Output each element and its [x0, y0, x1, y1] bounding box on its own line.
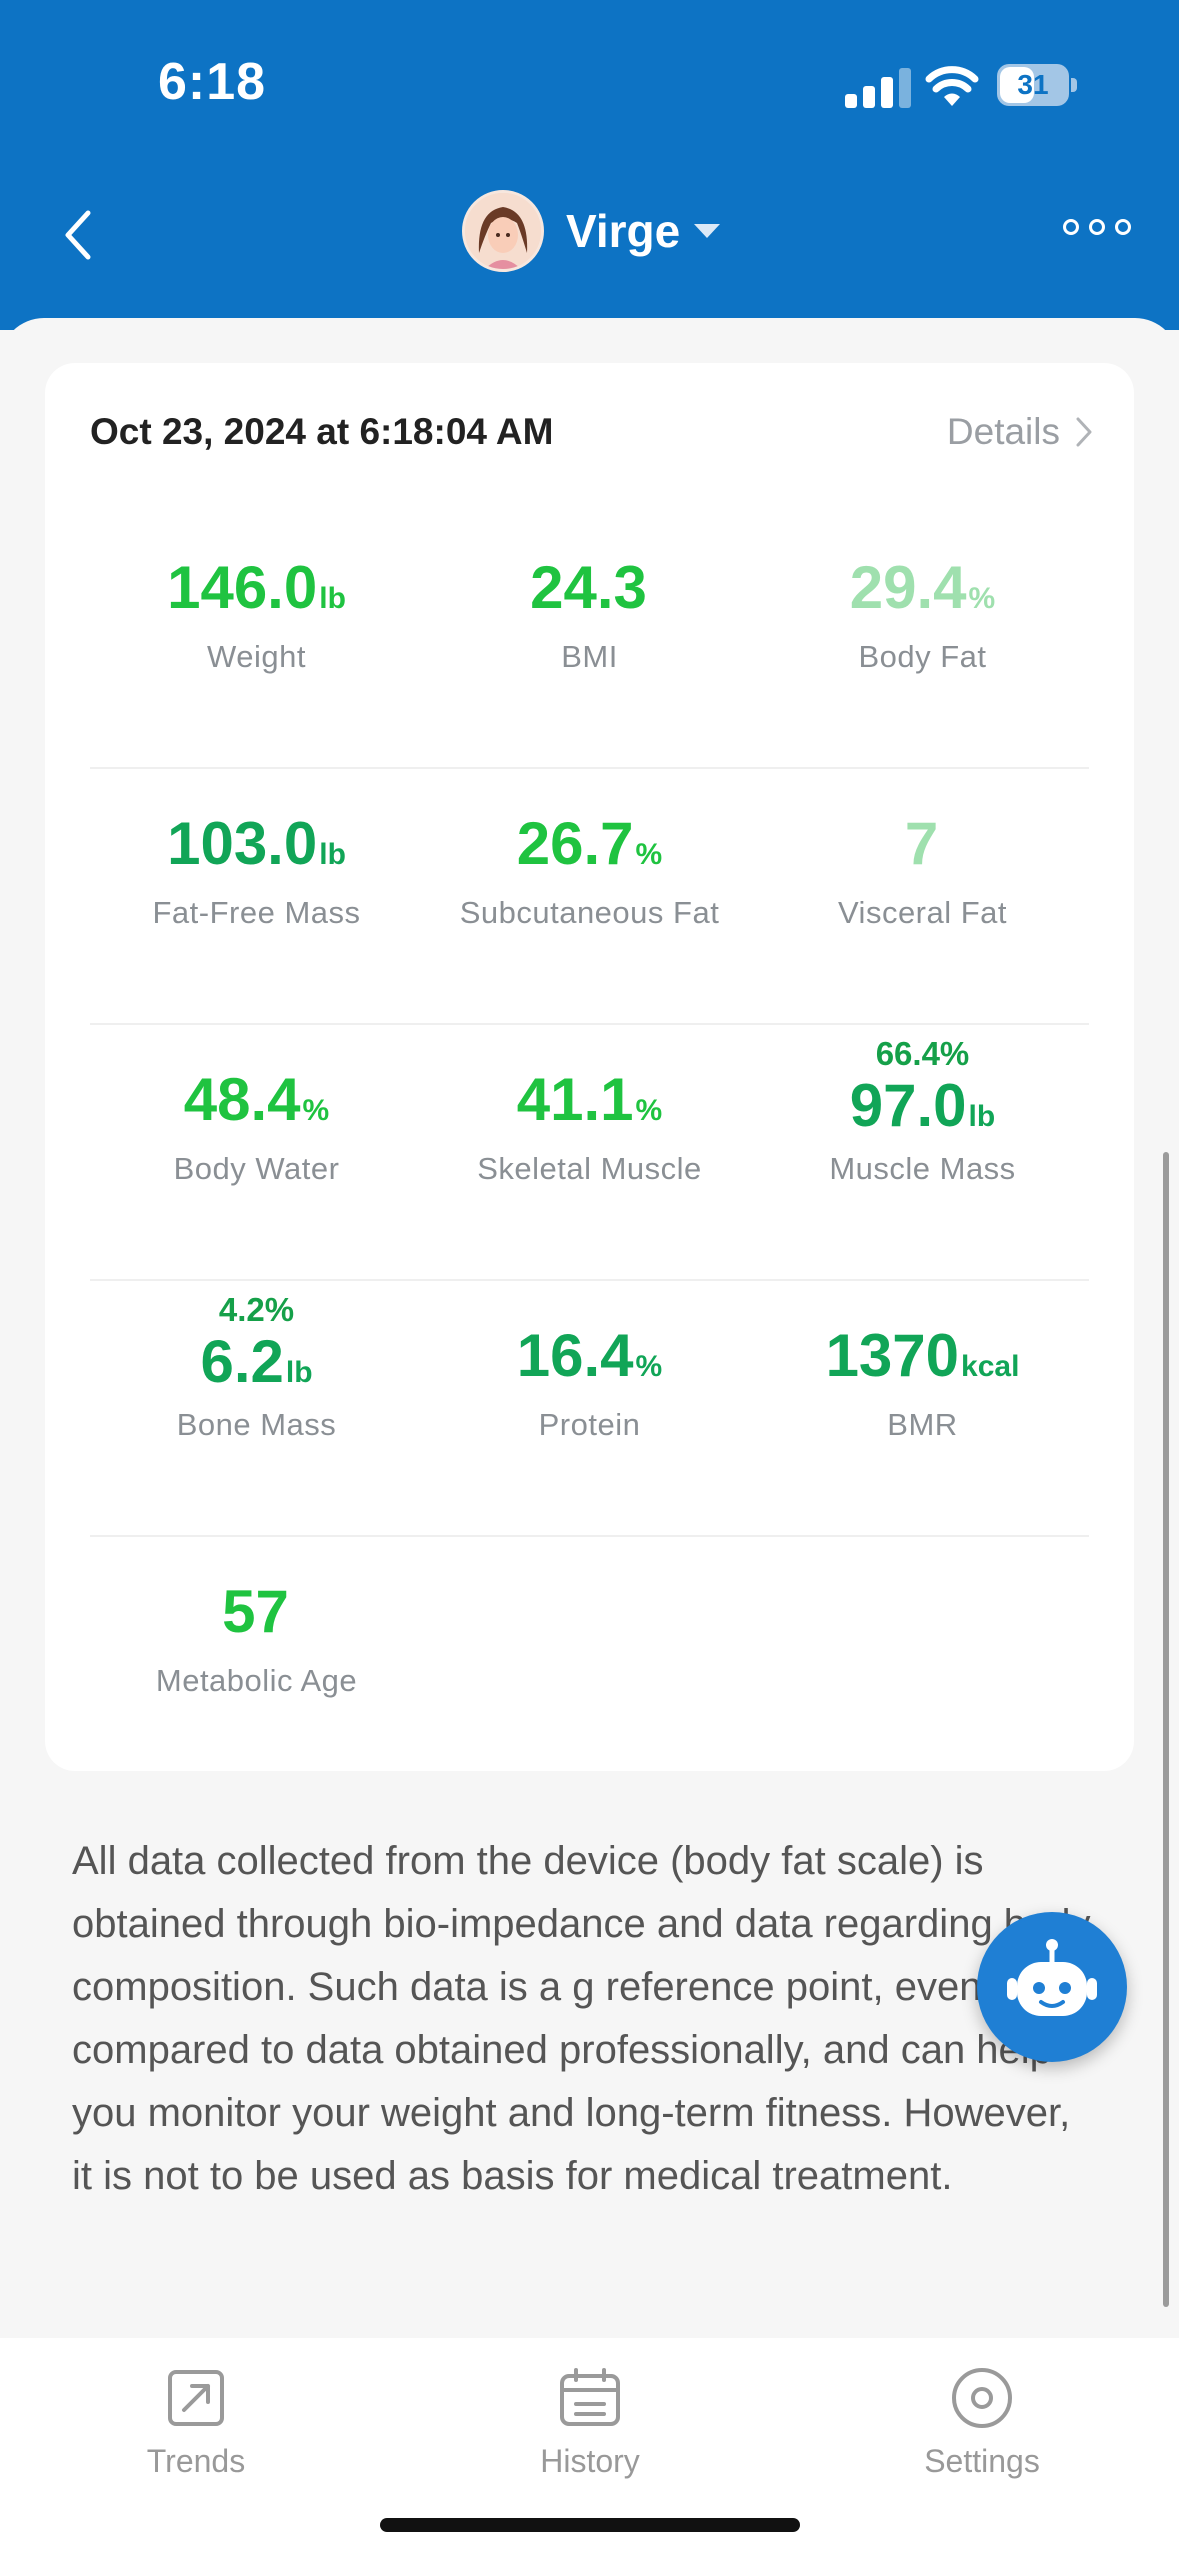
metric-weight[interactable]: 146.0lb Weight — [90, 513, 423, 767]
metric-unit: lb — [319, 582, 346, 615]
profile-switcher[interactable]: Virge — [462, 188, 721, 274]
measurement-date: Oct 23, 2024 at 6:18:04 AM — [90, 411, 554, 452]
metric-label: BMI — [561, 639, 618, 674]
metric-value: 41.1 — [516, 1066, 634, 1133]
tab-trends[interactable]: Trends — [76, 2366, 316, 2480]
metric-bmi[interactable]: 24.3 BMI — [423, 513, 756, 767]
metric-muscle-mass[interactable]: 66.4% 97.0lb Muscle Mass — [756, 1025, 1089, 1279]
battery-level: 31 — [1017, 69, 1049, 100]
metric-skeletal-muscle[interactable]: 41.1% Skeletal Muscle — [423, 1025, 756, 1279]
details-link[interactable]: Details — [947, 411, 1094, 453]
metric-value: 24.3 — [530, 554, 647, 621]
settings-circle-icon — [952, 2368, 1012, 2428]
robot-icon — [1007, 1939, 1097, 2016]
metric-value: 97.0 — [849, 1072, 967, 1139]
metric-value: 1370 — [825, 1322, 960, 1389]
metric-unit: lb — [968, 1100, 996, 1133]
details-label: Details — [946, 411, 1060, 452]
tab-label: Trends — [146, 2443, 246, 2479]
metric-percentage: 66.4% — [875, 1035, 970, 1072]
metric-unit: % — [302, 1094, 330, 1127]
metric-value: 146.0 — [167, 554, 318, 621]
metric-label: Subcutaneous Fat — [459, 895, 720, 930]
cellular-signal-icon — [845, 68, 917, 108]
avatar — [462, 190, 544, 272]
metrics-row: 146.0lb Weight 24.3 BMI 29.4% Body Fat — [90, 513, 1089, 769]
metric-unit: % — [968, 582, 996, 615]
metric-fat-free-mass[interactable]: 103.0lb Fat-Free Mass — [90, 769, 423, 1023]
metric-label: Body Water — [173, 1151, 340, 1186]
user-name: Virge — [566, 205, 681, 257]
metric-percentage: 4.2% — [218, 1291, 295, 1328]
metric-label: Muscle Mass — [829, 1151, 1016, 1186]
metric-label: Bone Mass — [176, 1407, 337, 1442]
metric-metabolic-age[interactable]: 57 Metabolic Age — [90, 1537, 423, 1791]
caret-down-icon — [694, 224, 721, 238]
metric-value: 29.4 — [849, 554, 967, 621]
chevron-right-icon — [1076, 417, 1092, 447]
metric-value: 48.4 — [183, 1066, 301, 1133]
battery-icon: 31 — [997, 64, 1077, 106]
metric-label: BMR — [887, 1407, 958, 1442]
metric-label: Metabolic Age — [155, 1663, 358, 1698]
metric-label: Visceral Fat — [837, 895, 1008, 930]
tab-label: History — [540, 2443, 640, 2479]
trend-arrow-icon — [168, 2370, 224, 2426]
metric-value: 57 — [222, 1578, 289, 1645]
metric-label: Fat-Free Mass — [152, 895, 361, 930]
metric-label: Protein — [538, 1407, 641, 1442]
metric-body-fat[interactable]: 29.4% Body Fat — [756, 513, 1089, 767]
metric-bmr[interactable]: 1370kcal BMR — [756, 1281, 1089, 1535]
metric-subcutaneous-fat[interactable]: 26.7% Subcutaneous Fat — [423, 769, 756, 1023]
measurement-card: Oct 23, 2024 at 6:18:04 AM Details 146.0… — [45, 363, 1134, 1771]
metric-unit: kcal — [961, 1350, 1020, 1383]
metric-unit: % — [635, 838, 663, 871]
metric-body-water[interactable]: 48.4% Body Water — [90, 1025, 423, 1279]
header — [0, 0, 1179, 330]
status-time: 6:18 — [158, 53, 267, 111]
more-options-icon[interactable] — [1063, 214, 1135, 240]
metric-unit: % — [635, 1094, 663, 1127]
metrics-grid: 146.0lb Weight 24.3 BMI 29.4% Body Fat 1… — [90, 513, 1089, 1791]
scrollbar[interactable] — [1163, 1152, 1169, 2307]
disclaimer-text: All data collected from the device (body… — [72, 1839, 1091, 2198]
calendar-icon — [560, 2368, 620, 2426]
metric-bone-mass[interactable]: 4.2% 6.2lb Bone Mass — [90, 1281, 423, 1535]
home-indicator — [380, 2518, 800, 2532]
metric-unit: lb — [319, 838, 346, 871]
metric-value: 103.0 — [167, 810, 318, 877]
metric-value: 16.4 — [516, 1322, 634, 1389]
metric-unit: % — [635, 1350, 663, 1383]
metrics-row: 48.4% Body Water 41.1% Skeletal Muscle 6… — [90, 1025, 1089, 1281]
metrics-row: 57 Metabolic Age — [90, 1537, 1089, 1791]
metric-unit: lb — [285, 1356, 313, 1389]
metric-protein[interactable]: 16.4% Protein — [423, 1281, 756, 1535]
tab-history[interactable]: History — [470, 2366, 710, 2480]
tab-settings[interactable]: Settings — [862, 2366, 1102, 2480]
back-chevron-icon[interactable] — [58, 205, 98, 265]
metric-value: 26.7 — [516, 810, 634, 877]
metric-value: 6.2 — [200, 1328, 284, 1395]
metric-label: Skeletal Muscle — [477, 1151, 702, 1186]
metric-label: Weight — [207, 639, 306, 674]
metric-visceral-fat[interactable]: 7 Visceral Fat — [756, 769, 1089, 1023]
tab-label: Settings — [924, 2443, 1040, 2479]
metric-label: Body Fat — [858, 639, 987, 674]
metrics-row: 4.2% 6.2lb Bone Mass 16.4% Protein 1370k… — [90, 1281, 1089, 1537]
assistant-bot-button[interactable] — [977, 1912, 1127, 2062]
wifi-icon — [925, 66, 979, 106]
metrics-row: 103.0lb Fat-Free Mass 26.7% Subcutaneous… — [90, 769, 1089, 1025]
metric-value: 7 — [904, 810, 939, 877]
